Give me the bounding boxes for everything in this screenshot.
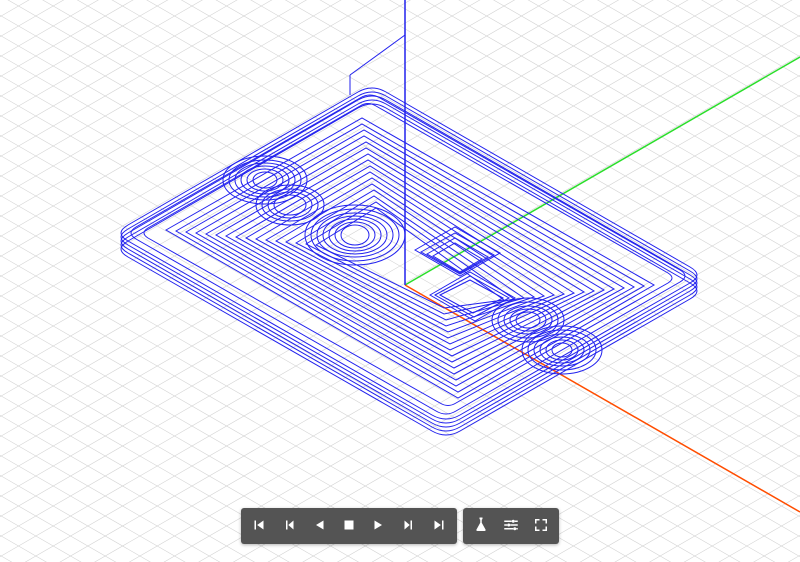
fullscreen-icon (532, 516, 550, 537)
playback-group (241, 508, 457, 544)
simulate-button[interactable] (467, 512, 495, 540)
stop-icon (340, 516, 358, 537)
skip-to-start-button[interactable] (245, 512, 273, 540)
skip-to-start-icon (250, 516, 268, 537)
settings-button[interactable] (497, 512, 525, 540)
tools-group (463, 508, 559, 544)
step-back-icon (280, 516, 298, 537)
flask-icon (472, 516, 490, 537)
sliders-icon (502, 516, 520, 537)
cnc-viewport[interactable] (0, 0, 800, 562)
play-reverse-button[interactable] (305, 512, 333, 540)
step-back-button[interactable] (275, 512, 303, 540)
step-forward-button[interactable] (395, 512, 423, 540)
grid (0, 0, 800, 562)
playback-toolbar (241, 508, 559, 544)
play-reverse-icon (310, 516, 328, 537)
step-forward-icon (400, 516, 418, 537)
fullscreen-button[interactable] (527, 512, 555, 540)
play-button[interactable] (365, 512, 393, 540)
skip-to-end-icon (430, 516, 448, 537)
play-icon (370, 516, 388, 537)
toolpath-canvas (0, 0, 800, 562)
skip-to-end-button[interactable] (425, 512, 453, 540)
stop-button[interactable] (335, 512, 363, 540)
